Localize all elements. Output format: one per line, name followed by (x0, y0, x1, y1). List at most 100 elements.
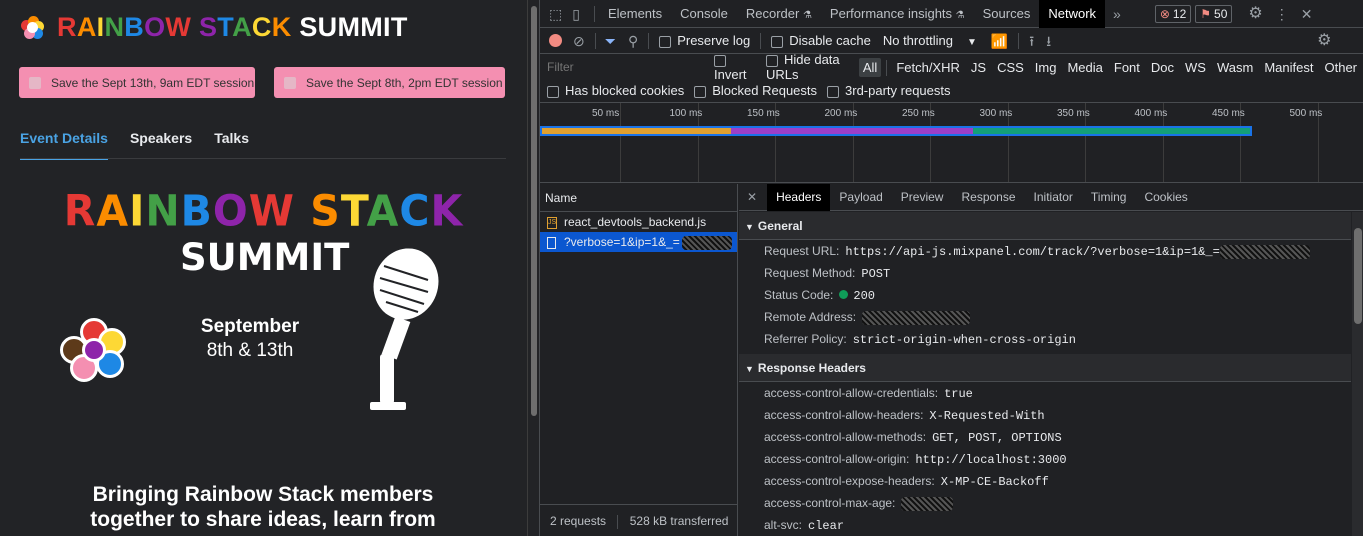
filter-type-css[interactable]: CSS (993, 58, 1028, 77)
filter-input[interactable] (544, 58, 702, 76)
general-header-value-text: 200 (853, 289, 875, 303)
site-logo-icon[interactable] (21, 16, 45, 40)
more-options-icon[interactable]: ⋮ (1275, 7, 1289, 21)
tab-event-details[interactable]: Event Details (20, 130, 108, 160)
tab-performance-insights[interactable]: Performance insights ⚗ (821, 0, 974, 28)
close-detail-icon[interactable]: ✕ (747, 190, 757, 204)
close-devtools-icon[interactable]: ✕ (1301, 7, 1313, 21)
save-sept-13-checkbox[interactable] (29, 76, 41, 89)
response-header-value[interactable]: X-MP-CE-Backoff (941, 475, 1049, 489)
network-overview-timeline[interactable]: 50 ms 100 ms 150 ms 200 ms 250 ms 300 ms 350 m… (540, 103, 1363, 183)
detail-tab-initiator[interactable]: Initiator (1025, 184, 1082, 211)
response-header-key: alt-svc: (764, 518, 803, 532)
detail-scrollbar-thumb[interactable] (1354, 228, 1362, 324)
detail-tab-response[interactable]: Response (952, 184, 1024, 211)
warnings-badge[interactable]: ⚑ 50 (1195, 4, 1233, 23)
export-har-icon[interactable]: ⭳ (1046, 34, 1051, 48)
tab-recorder[interactable]: Recorder ⚗ (737, 0, 821, 28)
preserve-log-box[interactable] (659, 35, 672, 48)
response-header-value[interactable]: GET, POST, OPTIONS (932, 431, 1062, 445)
filter-type-all[interactable]: All (858, 57, 882, 77)
response-headers-section-header[interactable]: ▼ Response Headers (739, 354, 1351, 382)
tab-recorder-label: Recorder (745, 5, 800, 21)
general-header-value[interactable]: 200 (839, 289, 875, 303)
tab-console[interactable]: Console (671, 0, 737, 28)
settings-gear-icon[interactable]: ⚙ (1248, 5, 1262, 21)
blocked-requests-box[interactable] (694, 85, 707, 98)
inspect-element-icon[interactable]: ⬚ (549, 7, 562, 21)
general-header-value[interactable]: strict-origin-when-cross-origin (853, 333, 1076, 347)
filter-type-manifest[interactable]: Manifest (1260, 58, 1317, 77)
filter-type-other[interactable]: Other (1320, 58, 1361, 77)
preserve-log-checkbox[interactable]: Preserve log (659, 33, 750, 48)
filter-type-ws[interactable]: WS (1181, 58, 1210, 77)
save-sept-13-button[interactable]: Save the Sept 13th, 9am EDT session (19, 67, 255, 98)
tab-sources[interactable]: Sources (974, 0, 1040, 28)
title-letter: W (165, 12, 192, 42)
save-sept-8-checkbox[interactable] (284, 76, 296, 89)
disable-cache-checkbox[interactable]: Disable cache (771, 33, 871, 48)
hide-data-urls-box[interactable] (765, 54, 778, 67)
has-blocked-cookies-box[interactable] (547, 85, 559, 98)
filter-type-js[interactable]: JS (967, 58, 990, 77)
response-header-value[interactable]: http://localhost:3000 (915, 453, 1066, 467)
network-settings-gear-icon[interactable]: ⚙ (1317, 32, 1331, 48)
throttling-select[interactable]: No throttling ▼ (883, 33, 977, 48)
response-header-row: access-control-allow-headers: X-Requested… (764, 408, 1045, 423)
general-header-value[interactable] (862, 310, 971, 325)
third-party-checkbox[interactable]: 3rd-party requests (827, 83, 951, 98)
filter-type-fetch-xhr[interactable]: Fetch/XHR (892, 58, 964, 77)
tab-network[interactable]: Network (1039, 0, 1106, 28)
filter-type-wasm[interactable]: Wasm (1213, 58, 1257, 77)
timeline-gridline (620, 103, 621, 182)
filter-type-img[interactable]: Img (1031, 58, 1061, 77)
record-stop-icon[interactable] (549, 34, 562, 47)
errors-badge[interactable]: ⊗ 12 (1154, 4, 1192, 23)
general-header-value[interactable]: POST (861, 267, 890, 281)
hide-data-urls-checkbox[interactable]: Hide data URLs (765, 52, 853, 82)
invert-checkbox[interactable]: Invert (714, 52, 754, 82)
detail-tab-preview[interactable]: Preview (892, 184, 953, 211)
more-tabs-icon[interactable]: » (1113, 7, 1121, 21)
general-header-value[interactable]: https://api-js.mixpanel.com/track/?verbo… (845, 244, 1310, 259)
detail-tab-cookies[interactable]: Cookies (1135, 184, 1196, 211)
device-toolbar-icon[interactable]: ▯ (572, 7, 580, 21)
response-header-value[interactable]: X-Requested-With (929, 409, 1044, 423)
clear-icon[interactable]: ⊘ (573, 34, 585, 48)
filter-icon[interactable]: ⏷ (605, 34, 616, 48)
disable-cache-box[interactable] (771, 35, 784, 48)
search-icon[interactable]: ⚲ (628, 34, 638, 48)
filter-type-doc[interactable]: Doc (1147, 58, 1178, 77)
general-section-header[interactable]: ▼ General (739, 212, 1351, 240)
response-header-value[interactable]: true (944, 387, 973, 401)
tab-talks[interactable]: Talks (214, 130, 249, 160)
blocked-requests-checkbox[interactable]: Blocked Requests (694, 83, 817, 98)
third-party-box[interactable] (827, 85, 840, 98)
site-title[interactable]: RAINBOW STACK SUMMIT (57, 12, 408, 43)
page-scrollbar-thumb[interactable] (531, 6, 537, 416)
detail-tab-payload[interactable]: Payload (830, 184, 891, 211)
response-header-value[interactable] (901, 496, 954, 511)
filter-type-font[interactable]: Font (1110, 58, 1144, 77)
tab-speakers[interactable]: Speakers (130, 130, 192, 160)
filter-type-media[interactable]: Media (1063, 58, 1106, 77)
save-sept-8-button[interactable]: Save the Sept 8th, 2pm EDT session (274, 67, 505, 98)
tab-elements[interactable]: Elements (599, 0, 671, 28)
request-row-selected[interactable]: ?verbose=1&ip=1&_= (540, 232, 737, 252)
warning-icon: ⚑ (1200, 6, 1212, 21)
status-ok-icon (839, 290, 849, 299)
request-list-header[interactable]: Name (540, 184, 737, 212)
filter-divider (886, 59, 888, 76)
response-header-row: access-control-allow-methods: GET, POST, … (764, 430, 1062, 445)
detail-tab-timing[interactable]: Timing (1082, 184, 1136, 211)
detail-scrollbar[interactable] (1352, 212, 1363, 536)
network-conditions-icon[interactable]: 📶 (991, 34, 1008, 48)
page-scrollbar[interactable] (527, 0, 539, 536)
response-header-value[interactable]: clear (808, 519, 844, 533)
import-har-icon[interactable]: ⭱ (1029, 34, 1034, 48)
detail-tab-headers[interactable]: Headers (767, 184, 831, 211)
has-blocked-cookies-checkbox[interactable]: Has blocked cookies (547, 83, 684, 98)
save-sept-13-label: Save the Sept 13th, 9am EDT session (51, 75, 255, 90)
invert-box[interactable] (714, 54, 726, 67)
request-row[interactable]: JS react_devtools_backend.js (540, 212, 737, 232)
